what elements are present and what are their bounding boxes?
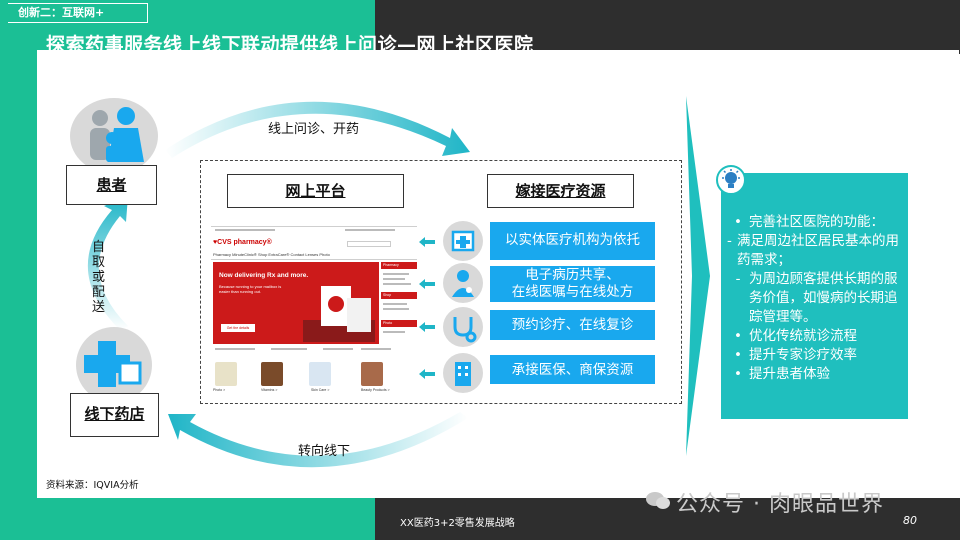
watermark: 公众号 · 肉眼品世界 <box>676 492 884 517</box>
lightbulb-icon <box>716 165 746 195</box>
cvs-logo: ♥CVS pharmacy® <box>213 239 272 246</box>
doctor-icon <box>443 263 483 303</box>
cvs-search-input <box>347 241 391 247</box>
cvs-category-link: Photo > <box>213 388 226 392</box>
list-item: - 满足周边社区居民基本的用药需求； <box>727 232 903 270</box>
left-pointing-arrow <box>419 322 435 332</box>
cvs-category-link: Vitamins > <box>261 388 278 392</box>
left-pointing-arrow <box>419 279 435 289</box>
service-bar-hospital: 以实体医疗机构为依托 <box>490 222 655 260</box>
pharmacy-label: 线下药店 <box>70 393 159 437</box>
cvs-banner-subtitle: Because running to your mailbox is easie… <box>219 284 282 294</box>
source-note: 资料来源：IQVIA分析 <box>46 480 139 491</box>
cvs-banner: Now delivering Rx and more. Because runn… <box>213 262 379 344</box>
benefit-text: 优化传统就诊流程 <box>749 328 857 344</box>
cvs-category-link: Beauty Products > <box>361 388 390 392</box>
pharmacy-avatar <box>76 327 152 403</box>
patient-avatar <box>70 98 158 174</box>
cvs-product-thumb <box>215 362 237 386</box>
cvs-product-thumb <box>261 362 283 386</box>
list-item: • 完善社区医院的功能： <box>734 214 884 230</box>
resources-label: 嫁接医疗资源 <box>487 174 634 208</box>
service-bar-appointment: 预约诊疗、在线复诊 <box>490 310 655 340</box>
cvs-delivery-bags-icon <box>303 286 375 342</box>
cvs-product-thumb <box>309 362 331 386</box>
benefit-text: 提升患者体验 <box>749 366 830 382</box>
stethoscope-icon <box>443 307 483 347</box>
benefit-text: 为周边顾客提供长期的服务价值，如慢病的长期追踪管理等。 <box>749 271 898 325</box>
cvs-banner-title: Now delivering Rx and more. <box>219 272 309 279</box>
service-bar-insurance: 承接医保、商保资源 <box>490 355 655 384</box>
service-text: 在线医嘱与在线处方 <box>511 284 634 300</box>
cvs-side-header: Photo <box>381 320 417 327</box>
left-pointing-arrow <box>419 237 435 247</box>
list-item: - 为周边顾客提供长期的服务价值，如慢病的长期追踪管理等。 <box>727 270 903 327</box>
cvs-category-link: Skin Care > <box>311 388 330 392</box>
hospital-icon <box>443 221 483 261</box>
footer-title: XX医药3+2零售发展战略 <box>400 518 515 529</box>
left-pointing-arrow <box>419 369 435 379</box>
cvs-nav: Pharmacy MinuteClinic® Shop ExtraCare® C… <box>213 252 330 257</box>
cvs-side-header: Pharmacy <box>381 262 417 269</box>
platform-label: 网上平台 <box>227 174 404 208</box>
pharmacy-cross-icon <box>84 341 142 387</box>
family-icon <box>90 107 144 162</box>
top-arrow-label: 线上问诊、开药 <box>268 122 360 137</box>
cvs-side-header: Shop <box>381 292 417 299</box>
list-item: • 优化传统就诊流程 <box>734 328 857 344</box>
list-item: • 提升患者体验 <box>734 366 830 382</box>
cvs-banner-badge: ♥CVS pharmacy <box>321 292 348 296</box>
patient-label: 患者 <box>66 165 157 205</box>
chevron-right-icon <box>686 96 710 456</box>
insurance-building-icon <box>443 353 483 393</box>
bottom-arrow-label: 转向线下 <box>298 444 351 459</box>
service-text: 以实体医疗机构为依托 <box>505 232 640 248</box>
cvs-sidebar: Pharmacy Shop Photo <box>381 262 417 344</box>
service-text: 承接医保、商保资源 <box>511 362 634 378</box>
wechat-icon <box>646 492 670 509</box>
benefits-list: • 完善社区医院的功能： - 满足周边社区居民基本的用药需求； - 为周边顾客提供长期… <box>727 213 903 384</box>
benefit-text: 完善社区医院的功能： <box>749 214 884 230</box>
service-text: 预约诊疗、在线复诊 <box>511 317 634 333</box>
page-number: 80 <box>903 514 917 527</box>
list-item: • 提升专家诊疗效率 <box>734 347 857 363</box>
cvs-website-screenshot: ♥CVS pharmacy® Pharmacy MinuteClinic® Sh… <box>211 222 417 398</box>
cvs-product-thumb <box>361 362 383 386</box>
benefit-text: 满足周边社区居民基本的用药需求； <box>737 233 899 268</box>
cvs-banner-button: Get the details <box>221 324 255 332</box>
service-bar-records: 电子病历共享、 在线医嘱与在线处方 <box>490 266 655 302</box>
benefit-text: 提升专家诊疗效率 <box>749 347 857 363</box>
service-text: 电子病历共享、 <box>525 267 620 283</box>
left-arrow-label: 自取或配送 <box>92 240 106 315</box>
